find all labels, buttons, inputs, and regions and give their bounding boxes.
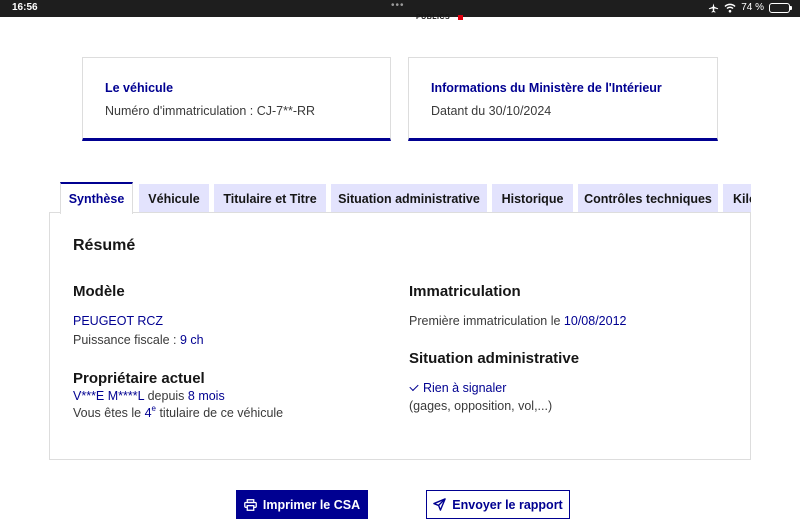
print-csa-button[interactable]: Imprimer le CSA — [236, 490, 368, 519]
ministry-card-date: Datant du 30/10/2024 — [431, 104, 552, 118]
tab-synthese[interactable]: Synthèse — [60, 182, 133, 214]
admin-details: (gages, opposition, vol,...) — [409, 399, 553, 413]
first-registration-label: Première immatriculation le — [409, 314, 564, 328]
owner-since-value: 8 mois — [187, 389, 225, 403]
check-icon — [409, 381, 419, 392]
admin-status-text: Rien à signaler — [423, 381, 507, 395]
print-csa-label: Imprimer le CSA — [262, 497, 361, 512]
tab-titulaire-et-titre[interactable]: Titulaire et Titre — [214, 184, 326, 213]
owner-since-label: depuis — [144, 389, 188, 403]
owner-line: V***E M****L depuis 8 mois — [73, 389, 225, 403]
vehicle-card: Le véhicule Numéro d'immatriculation : C… — [82, 57, 391, 141]
vehicle-card-plate: Numéro d'immatriculation : CJ-7**-RR — [105, 104, 316, 118]
fiscal-power-label: Puissance fiscale : — [73, 333, 180, 347]
model-name: PEUGEOT RCZ — [73, 314, 164, 328]
airplane-icon — [709, 2, 719, 13]
logo-flag-icon — [458, 15, 463, 20]
owner-rank-suffix: titulaire de ce véhicule — [155, 406, 284, 420]
tab-kilometrage[interactable]: Kilo — [723, 184, 751, 213]
logo-text: PUBLICS — [416, 14, 451, 21]
admin-heading: Situation administrative — [409, 350, 580, 367]
owner-name: V***E M****L — [73, 389, 145, 403]
printer-icon — [243, 498, 257, 511]
tab-vehicule[interactable]: Véhicule — [139, 184, 209, 213]
status-bar: 16:56 ••• 74 % — [0, 0, 800, 17]
owner-rank-prefix: Vous êtes le — [73, 406, 145, 420]
summary-title: Résumé — [73, 237, 136, 254]
status-time: 16:56 — [12, 2, 38, 13]
admin-status: Rien à signaler — [409, 381, 507, 395]
status-right: 74 % — [708, 2, 792, 13]
fiscal-power: Puissance fiscale : 9 ch — [73, 333, 204, 347]
wifi-icon — [724, 3, 736, 12]
tab-controles-techniques[interactable]: Contrôles techniques — [578, 184, 718, 213]
first-registration-date: 10/08/2012 — [563, 314, 627, 328]
fiscal-power-value: 9 ch — [180, 333, 204, 347]
owner-heading: Propriétaire actuel — [73, 370, 205, 387]
ministry-card-title: Informations du Ministère de l'Intérieur — [431, 81, 662, 95]
owner-rank-number: 4 — [144, 406, 152, 420]
first-registration: Première immatriculation le 10/08/2012 — [409, 314, 626, 328]
vehicle-card-title: Le véhicule — [105, 81, 174, 95]
summary-panel: Résumé Modèle PEUGEOT RCZ Puissance fisc… — [49, 212, 751, 460]
model-heading: Modèle — [73, 283, 125, 300]
tab-situation-administrative[interactable]: Situation administrative — [331, 184, 487, 213]
tab-historique[interactable]: Historique — [492, 184, 573, 213]
ministry-card: Informations du Ministère de l'Intérieur… — [408, 57, 718, 141]
battery-icon — [769, 2, 792, 13]
send-icon — [433, 498, 447, 511]
tab-bar: Synthèse Véhicule Titulaire et Titre Sit… — [59, 182, 751, 214]
multitasking-dots[interactable]: ••• — [391, 0, 405, 11]
send-report-button[interactable]: Envoyer le rapport — [426, 490, 570, 519]
send-report-label: Envoyer le rapport — [452, 497, 563, 512]
owner-rank-sup: e — [151, 404, 156, 413]
owner-rank: Vous êtes le 4e titulaire de ce véhicule — [73, 404, 284, 420]
battery-percent: 74 % — [741, 2, 764, 13]
registration-heading: Immatriculation — [409, 283, 521, 300]
